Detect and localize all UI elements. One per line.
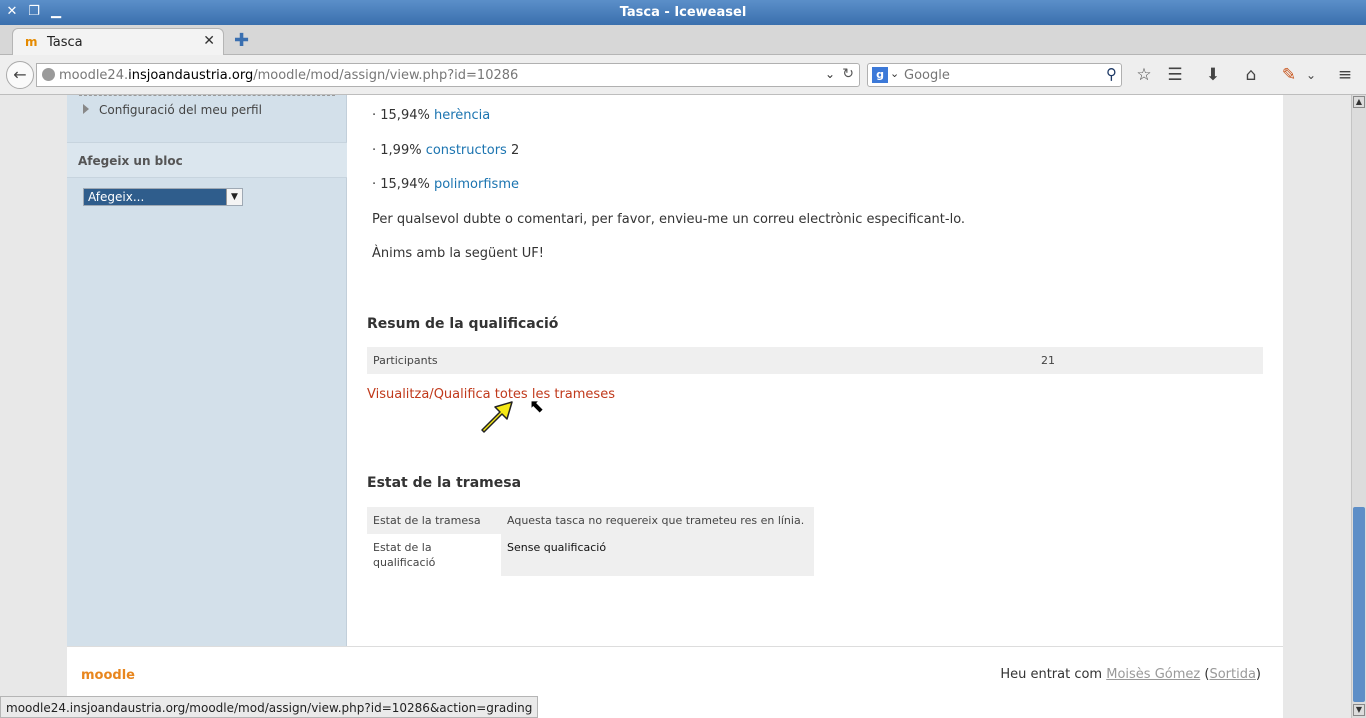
- url-history-dropdown-icon[interactable]: ⌄: [825, 67, 835, 81]
- topic-link-inheritance[interactable]: herència: [434, 108, 490, 123]
- annotation-arrow-icon: [481, 401, 513, 433]
- home-icon[interactable]: ⌂: [1240, 64, 1262, 86]
- login-info: Heu entrat com Moisès Gómez (Sortida): [1000, 667, 1261, 682]
- submission-status-heading: Estat de la tramesa: [367, 475, 522, 491]
- new-tab-icon[interactable]: ✚: [234, 30, 249, 51]
- status-value: Aquesta tasca no requereix que trameteu …: [501, 507, 814, 534]
- page-footer: moodle Heu entrat com Moisès Gómez (Sort…: [67, 646, 1283, 702]
- topic-link-polymorphism[interactable]: polimorfisme: [434, 177, 519, 192]
- menu-icon[interactable]: ≡: [1334, 64, 1356, 86]
- logout-link[interactable]: Sortida: [1209, 667, 1255, 682]
- add-block-header: Afegeix un bloc: [67, 142, 347, 178]
- engine-dropdown-icon[interactable]: ⌄: [890, 67, 899, 80]
- sidebar-item-profile-settings[interactable]: Configuració del meu perfil: [79, 95, 335, 123]
- tab-close-icon[interactable]: ✕: [203, 33, 215, 49]
- search-icon[interactable]: ⚲: [1106, 65, 1117, 83]
- encourage-text: Ànims amb la següent UF!: [372, 246, 544, 261]
- grading-summary-heading: Resum de la qualificació: [367, 316, 559, 332]
- add-block-select[interactable]: Afegeix... ▼: [83, 188, 243, 206]
- tab-label: Tasca: [47, 35, 83, 50]
- moodle-favicon-icon: m: [25, 35, 38, 49]
- scroll-down-icon[interactable]: ▼: [1353, 704, 1365, 716]
- addon-icon[interactable]: ✎: [1278, 64, 1300, 86]
- left-sidebar: Configuració del meu perfil Afegeix un b…: [67, 95, 347, 646]
- topic-link-constructors[interactable]: constructors: [426, 143, 507, 158]
- participants-row: Participants 21: [367, 347, 1263, 374]
- moodle-logo[interactable]: moodle: [81, 668, 135, 683]
- table-row: Estat de la qualificació Sense qualifica…: [367, 534, 814, 576]
- google-engine-icon[interactable]: g: [872, 67, 888, 83]
- table-row: Estat de la tramesa Aquesta tasca no req…: [367, 507, 814, 534]
- tab-tasca[interactable]: m Tasca ✕: [12, 28, 224, 55]
- mouse-cursor-icon: ⬉: [529, 396, 545, 417]
- url-bar[interactable]: moodle24.insjoandaustria.org/moodle/mod/…: [36, 63, 860, 87]
- doubt-text: Per qualsevol dubte o comentari, per fav…: [372, 212, 966, 227]
- reload-icon[interactable]: ↻: [842, 66, 854, 82]
- url-text: moodle24.insjoandaustria.org/moodle/mod/…: [59, 68, 519, 83]
- expand-triangle-icon: [83, 104, 89, 114]
- vertical-scrollbar[interactable]: ▲ ▼: [1351, 95, 1366, 718]
- globe-icon: [42, 68, 55, 81]
- select-dropdown-icon[interactable]: ▼: [226, 189, 242, 205]
- navigation-toolbar: ← moodle24.insjoandaustria.org/moodle/mo…: [0, 55, 1366, 95]
- topic-line: · 15,94% polimorfisme: [372, 177, 519, 192]
- window-title: Tasca - Iceweasel: [619, 5, 747, 20]
- reading-list-icon[interactable]: ☰: [1164, 64, 1186, 86]
- downloads-icon[interactable]: ⬇: [1202, 64, 1224, 86]
- submission-status-table: Estat de la tramesa Aquesta tasca no req…: [367, 507, 814, 576]
- search-bar[interactable]: g ⌄ ⚲: [867, 63, 1122, 87]
- sidebar-item-label: Configuració del meu perfil: [99, 103, 262, 117]
- participants-label: Participants: [373, 354, 438, 367]
- page-column: Configuració del meu perfil Afegeix un b…: [67, 95, 1283, 718]
- bookmark-star-icon[interactable]: ☆: [1133, 64, 1155, 86]
- main-content: · 15,94% herència · 1,99% constructors 2…: [367, 95, 1263, 646]
- search-input[interactable]: [904, 66, 1094, 84]
- scrollbar-thumb[interactable]: [1353, 507, 1365, 702]
- status-key: Estat de la qualificació: [367, 534, 501, 576]
- status-bar: moodle24.insjoandaustria.org/moodle/mod/…: [0, 696, 539, 718]
- scroll-up-icon[interactable]: ▲: [1353, 96, 1365, 108]
- topic-line: · 15,94% herència: [372, 108, 491, 123]
- status-key: Estat de la tramesa: [367, 507, 501, 534]
- back-arrow-icon[interactable]: ←: [6, 61, 34, 89]
- tab-strip: m Tasca ✕ ✚: [0, 25, 1366, 55]
- window-titlebar: ✕ ❐ ▁ Tasca - Iceweasel: [0, 0, 1366, 25]
- participants-value: 21: [1041, 354, 1055, 367]
- addon-dropdown-icon[interactable]: ⌄: [1300, 64, 1322, 86]
- page-viewport: Configuració del meu perfil Afegeix un b…: [0, 95, 1351, 718]
- add-block-selected-value: Afegeix...: [88, 190, 145, 204]
- topic-line: · 1,99% constructors 2: [372, 143, 520, 158]
- add-block-title: Afegeix un bloc: [78, 154, 183, 168]
- status-value: Sense qualificació: [501, 534, 814, 576]
- user-profile-link[interactable]: Moisès Gómez: [1106, 667, 1200, 682]
